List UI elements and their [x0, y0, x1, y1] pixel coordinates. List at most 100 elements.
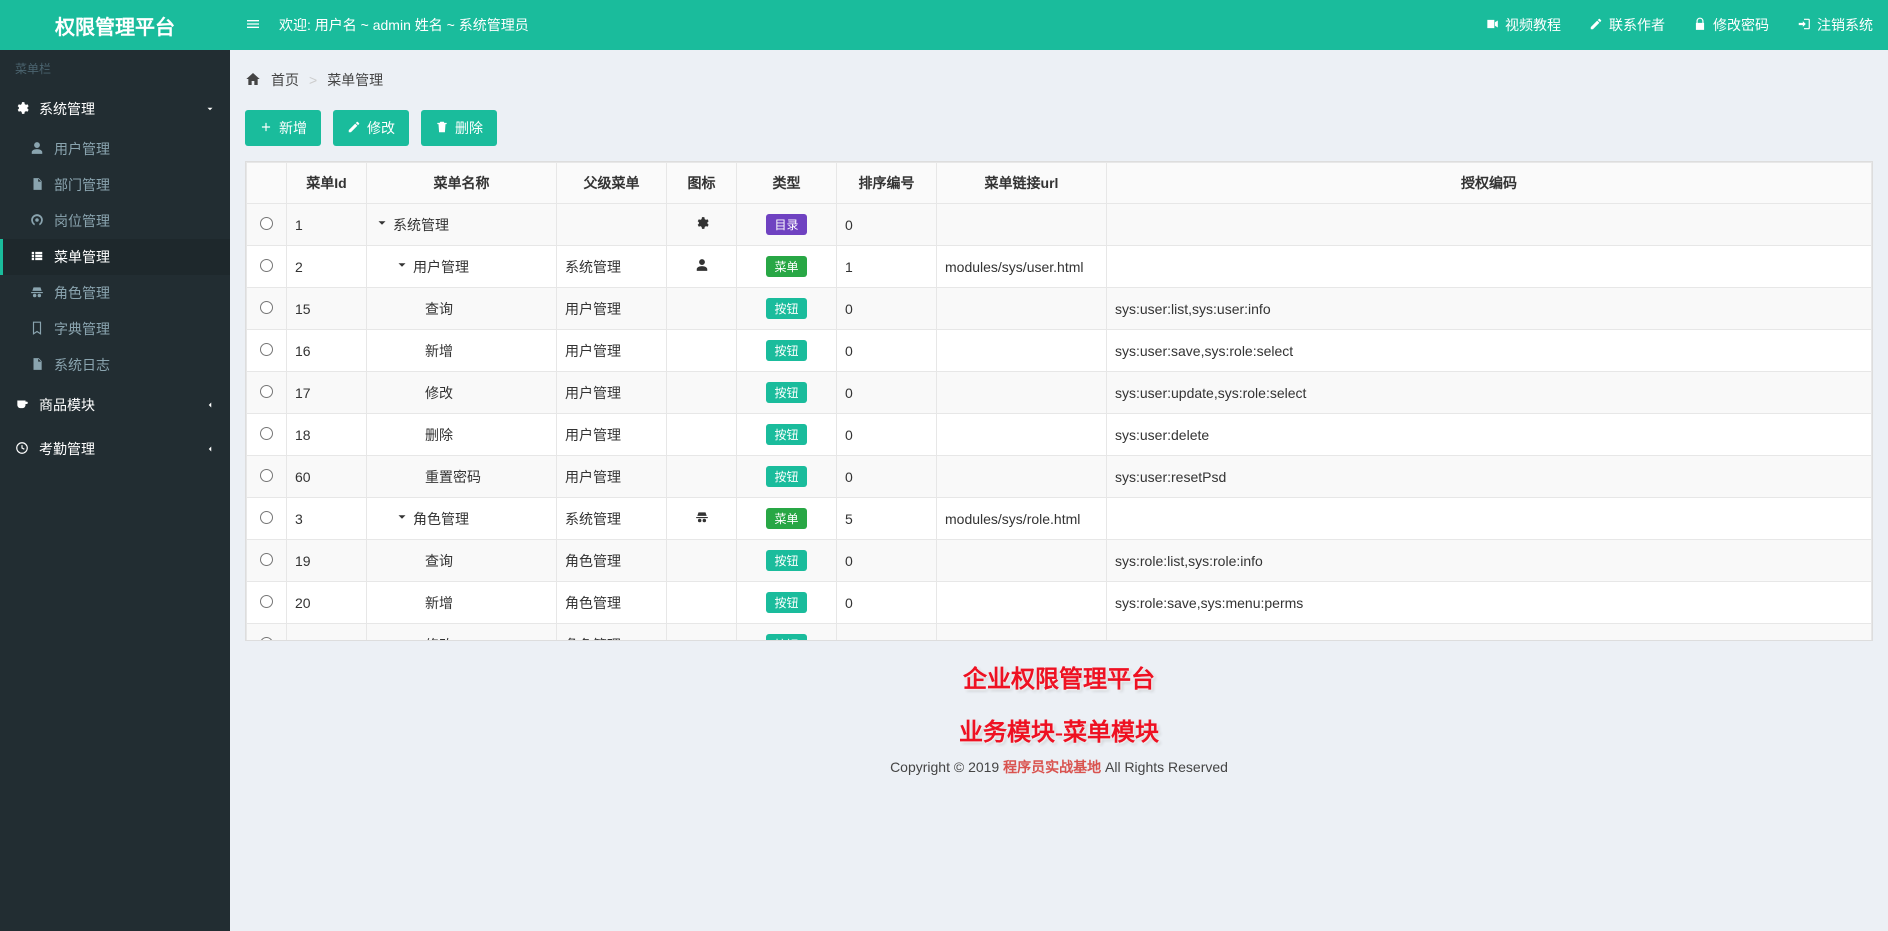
row-radio[interactable] — [260, 595, 273, 608]
row-radio[interactable] — [260, 217, 273, 230]
row-radio[interactable] — [260, 427, 273, 440]
sidebar-group-label: 考勤管理 — [39, 439, 95, 459]
cell-parent: 角色管理 — [557, 624, 667, 642]
type-badge: 按钮 — [766, 298, 806, 319]
edit-button[interactable]: 修改 — [333, 110, 409, 146]
clock-icon — [15, 441, 29, 458]
home-icon[interactable] — [245, 71, 261, 90]
table-row[interactable]: 19 查询 角色管理 按钮 0 sys:role:list,sys:role:i… — [247, 540, 1872, 582]
sidebar-header: 菜单栏 — [0, 50, 230, 87]
table-row[interactable]: 60 重置密码 用户管理 按钮 0 sys:user:resetPsd — [247, 456, 1872, 498]
row-radio[interactable] — [260, 343, 273, 356]
cell-icon — [667, 624, 737, 642]
table-row[interactable]: 3 角色管理 系统管理 菜单 5 modules/sys/role.html — [247, 498, 1872, 540]
sidebar-group[interactable]: 商品模块 — [0, 383, 230, 427]
cell-name: 查询 — [375, 551, 548, 571]
nav-password-link[interactable]: 修改密码 — [1693, 15, 1769, 35]
type-badge: 菜单 — [766, 508, 806, 529]
th-id[interactable]: 菜单Id — [287, 163, 367, 204]
sidebar-item[interactable]: 字典管理 — [0, 311, 230, 347]
row-radio[interactable] — [260, 553, 273, 566]
row-radio[interactable] — [260, 301, 273, 314]
cell-id: 3 — [287, 498, 367, 540]
cell-parent: 用户管理 — [557, 414, 667, 456]
type-badge: 按钮 — [766, 592, 806, 613]
th-order[interactable]: 排序编号 — [837, 163, 937, 204]
type-badge: 按钮 — [766, 382, 806, 403]
th-icon[interactable]: 图标 — [667, 163, 737, 204]
cell-url — [937, 624, 1107, 642]
sidebar-item[interactable]: 用户管理 — [0, 131, 230, 167]
th-perms[interactable]: 授权编码 — [1107, 163, 1872, 204]
cell-id: 18 — [287, 414, 367, 456]
cell-perms: sys:role:save,sys:menu:perms — [1107, 582, 1872, 624]
cell-order: 0 — [837, 330, 937, 372]
table-row[interactable]: 15 查询 用户管理 按钮 0 sys:user:list,sys:user:i… — [247, 288, 1872, 330]
sidebar-item[interactable]: 系统日志 — [0, 347, 230, 383]
row-radio[interactable] — [260, 469, 273, 482]
type-badge: 目录 — [766, 214, 806, 235]
row-radio[interactable] — [260, 385, 273, 398]
row-radio[interactable] — [260, 259, 273, 272]
table-row[interactable]: 20 新增 角色管理 按钮 0 sys:role:save,sys:menu:p… — [247, 582, 1872, 624]
sidebar-group[interactable]: 考勤管理 — [0, 427, 230, 471]
sidebar-item[interactable]: 角色管理 — [0, 275, 230, 311]
cell-url — [937, 330, 1107, 372]
footer: Copyright © 2019 程序员实战基地 All Rights Rese… — [245, 747, 1873, 777]
footer-copyright: Copyright © 2019 — [890, 759, 1003, 775]
nav-logout-link[interactable]: 注销系统 — [1797, 15, 1873, 35]
table-row[interactable]: 18 删除 用户管理 按钮 0 sys:user:delete — [247, 414, 1872, 456]
sidebar-item[interactable]: 部门管理 — [0, 167, 230, 203]
table-row[interactable]: 21 修改 角色管理 按钮 0 sys:role:update,sys:menu… — [247, 624, 1872, 642]
sidebar-toggle-icon[interactable] — [245, 16, 261, 35]
nav-contact-link[interactable]: 联系作者 — [1589, 15, 1665, 35]
th-parent[interactable]: 父级菜单 — [557, 163, 667, 204]
cell-perms: sys:user:list,sys:user:info — [1107, 288, 1872, 330]
type-badge: 按钮 — [766, 466, 806, 487]
add-button[interactable]: 新增 — [245, 110, 321, 146]
breadcrumb-sep: > — [309, 72, 317, 88]
th-type[interactable]: 类型 — [737, 163, 837, 204]
footer-brand[interactable]: 程序员实战基地 — [1003, 759, 1101, 775]
file-icon — [30, 357, 44, 374]
chevron-icon — [205, 397, 215, 413]
chevron-down-icon[interactable] — [375, 216, 389, 233]
cell-parent: 系统管理 — [557, 246, 667, 288]
table-row[interactable]: 1 系统管理 目录 0 — [247, 204, 1872, 246]
cell-name: 修改 — [375, 383, 548, 403]
sidebar-group-label: 商品模块 — [39, 395, 95, 415]
breadcrumb-home[interactable]: 首页 — [271, 70, 299, 90]
cell-id: 15 — [287, 288, 367, 330]
cell-parent: 系统管理 — [557, 498, 667, 540]
table-row[interactable]: 17 修改 用户管理 按钮 0 sys:user:update,sys:role… — [247, 372, 1872, 414]
cell-order: 0 — [837, 624, 937, 642]
trash-icon — [435, 120, 449, 137]
watermark-line2: 业务模块-菜单模块 — [245, 712, 1873, 747]
cell-parent: 角色管理 — [557, 582, 667, 624]
table-row[interactable]: 2 用户管理 系统管理 菜单 1 modules/sys/user.html — [247, 246, 1872, 288]
delete-button[interactable]: 删除 — [421, 110, 497, 146]
cell-parent — [557, 204, 667, 246]
sidebar-group[interactable]: 系统管理 — [0, 87, 230, 131]
type-badge: 按钮 — [766, 424, 806, 445]
chevron-down-icon[interactable] — [395, 258, 409, 275]
th-name[interactable]: 菜单名称 — [367, 163, 557, 204]
cell-parent: 用户管理 — [557, 288, 667, 330]
sidebar-item[interactable]: 岗位管理 — [0, 203, 230, 239]
row-radio[interactable] — [260, 637, 273, 642]
th-url[interactable]: 菜单链接url — [937, 163, 1107, 204]
cell-perms: sys:role:update,sys:menu:perms — [1107, 624, 1872, 642]
cell-url — [937, 456, 1107, 498]
table-row[interactable]: 16 新增 用户管理 按钮 0 sys:user:save,sys:role:s… — [247, 330, 1872, 372]
sidebar-item[interactable]: 菜单管理 — [0, 239, 230, 275]
nav-logout-label: 注销系统 — [1817, 15, 1873, 35]
cell-parent: 角色管理 — [557, 540, 667, 582]
cell-url: modules/sys/user.html — [937, 246, 1107, 288]
chevron-down-icon[interactable] — [395, 510, 409, 527]
table-container[interactable]: 菜单Id 菜单名称 父级菜单 图标 类型 排序编号 菜单链接url 授权编码 1… — [245, 161, 1873, 641]
bookmark-icon — [30, 321, 44, 338]
cell-name: 新增 — [375, 341, 548, 361]
nav-video-link[interactable]: 视频教程 — [1485, 15, 1561, 35]
app-logo[interactable]: 权限管理平台 — [0, 0, 230, 50]
row-radio[interactable] — [260, 511, 273, 524]
